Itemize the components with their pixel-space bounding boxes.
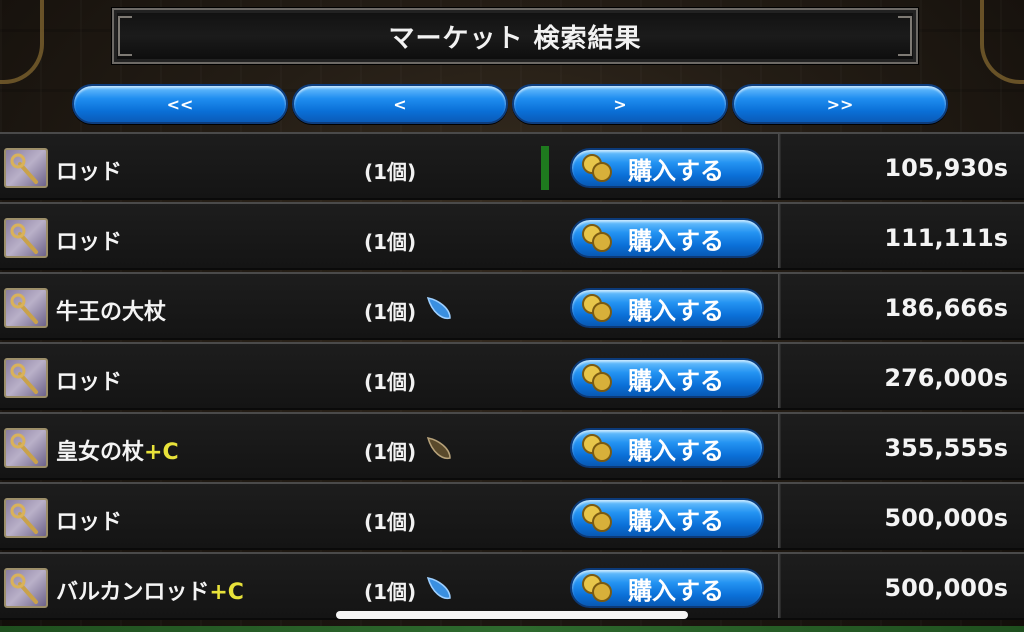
item-price: 500,000s: [884, 504, 1008, 532]
list-item: 牛王の大杖 (1個) 購入する 186,666s: [0, 272, 1024, 340]
buy-button-label: 購入する: [628, 506, 724, 535]
item-price: 276,000s: [884, 364, 1008, 392]
list-item: バルカンロッド+C (1個) 購入する 500,000s: [0, 552, 1024, 620]
brown-gem-icon: [426, 437, 451, 460]
item-price: 355,555s: [884, 434, 1008, 462]
staff-item-icon: [4, 498, 48, 538]
last-page-button[interactable]: >>: [732, 84, 948, 124]
staff-item-icon: [4, 148, 48, 188]
item-name: ロッド: [56, 370, 123, 395]
item-name: 皇女の杖+C: [56, 440, 179, 465]
item-price: 500,000s: [884, 574, 1008, 602]
item-price: 186,666s: [884, 294, 1008, 322]
staff-item-icon: [4, 358, 48, 398]
coin-icon: [582, 154, 612, 182]
item-quantity: (1個): [364, 580, 417, 604]
pagination-bar: << < > >>: [72, 84, 948, 124]
item-name: ロッド: [56, 160, 123, 185]
coin-icon: [582, 364, 612, 392]
bottom-strip: [0, 626, 1024, 632]
item-quantity: (1個): [364, 300, 417, 324]
prev-page-button[interactable]: <: [292, 84, 508, 124]
blue-gem-icon: [426, 577, 451, 600]
column-divider: [778, 274, 781, 338]
column-divider: [778, 344, 781, 408]
title-banner: マーケット 検索結果: [112, 8, 918, 64]
buy-button-label: 購入する: [628, 296, 724, 325]
item-price: 105,930s: [884, 154, 1008, 182]
item-quantity: (1個): [364, 510, 417, 534]
buy-button-label: 購入する: [628, 226, 724, 255]
buy-button[interactable]: 購入する: [570, 218, 764, 258]
buy-button[interactable]: 購入する: [570, 498, 764, 538]
item-price: 111,111s: [884, 224, 1008, 252]
item-quantity: (1個): [364, 160, 417, 184]
staff-item-icon: [4, 568, 48, 608]
item-quantity: (1個): [364, 370, 417, 394]
column-divider: [778, 484, 781, 548]
coin-icon: [582, 504, 612, 532]
item-name: バルカンロッド+C: [56, 580, 244, 605]
staff-item-icon: [4, 288, 48, 328]
next-page-button[interactable]: >: [512, 84, 728, 124]
buy-button[interactable]: 購入する: [570, 358, 764, 398]
buy-button-label: 購入する: [628, 156, 724, 185]
coin-icon: [582, 434, 612, 462]
item-name: 牛王の大杖: [56, 300, 167, 325]
item-name: ロッド: [56, 510, 123, 535]
staff-item-icon: [4, 218, 48, 258]
list-item: ロッド (1個) 購入する 111,111s: [0, 202, 1024, 270]
blue-gem-icon: [426, 297, 451, 320]
selection-marker: [541, 146, 549, 190]
home-indicator[interactable]: [336, 611, 688, 619]
buy-button[interactable]: 購入する: [570, 288, 764, 328]
list-item: ロッド (1個) 購入する 276,000s: [0, 342, 1024, 410]
buy-button[interactable]: 購入する: [570, 428, 764, 468]
column-divider: [778, 204, 781, 268]
buy-button-label: 購入する: [628, 436, 724, 465]
first-page-button[interactable]: <<: [72, 84, 288, 124]
buy-button[interactable]: 購入する: [570, 148, 764, 188]
coin-icon: [582, 224, 612, 252]
list-item: ロッド (1個) 購入する 105,930s: [0, 132, 1024, 200]
column-divider: [778, 134, 781, 198]
list-item: 皇女の杖+C (1個) 購入する 355,555s: [0, 412, 1024, 480]
staff-item-icon: [4, 428, 48, 468]
list-item: ロッド (1個) 購入する 500,000s: [0, 482, 1024, 550]
coin-icon: [582, 574, 612, 602]
buy-button[interactable]: 購入する: [570, 568, 764, 608]
item-quantity: (1個): [364, 440, 417, 464]
item-name: ロッド: [56, 230, 123, 255]
coin-icon: [582, 294, 612, 322]
item-quantity: (1個): [364, 230, 417, 254]
page-title: マーケット 検索結果: [388, 23, 642, 54]
column-divider: [778, 414, 781, 478]
buy-button-label: 購入する: [628, 366, 724, 395]
column-divider: [778, 554, 781, 618]
buy-button-label: 購入する: [628, 576, 724, 605]
